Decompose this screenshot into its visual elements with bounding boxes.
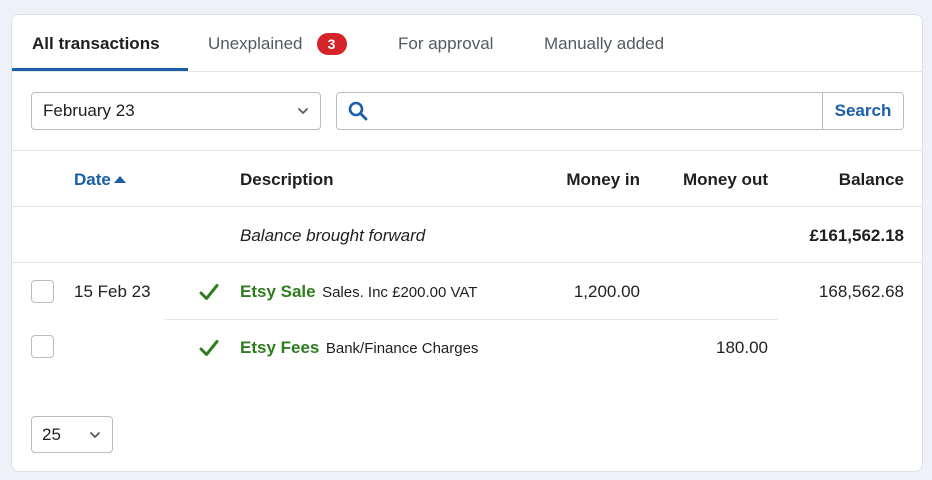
transaction-description: Etsy Sale Sales. Inc £200.00 VAT [240, 282, 477, 302]
column-header-money-in: Money in [566, 170, 640, 189]
header-label: Date [74, 170, 111, 189]
search-button[interactable]: Search [822, 93, 903, 129]
transaction-date: 15 Feb 23 [74, 282, 151, 301]
balance-brought-forward-amount: £161,562.18 [809, 226, 904, 245]
tab-unexplained[interactable]: Unexplained 3 [208, 15, 347, 72]
active-tab-indicator [12, 68, 188, 71]
divider [12, 206, 922, 207]
tab-label: Manually added [544, 33, 665, 53]
row-select-checkbox[interactable] [31, 335, 54, 358]
chevron-down-icon [90, 432, 100, 438]
per-page-value: 25 [42, 424, 61, 444]
tab-all-transactions[interactable]: All transactions [32, 15, 160, 72]
money-in-amount: 1,200.00 [573, 282, 640, 301]
period-value: February 23 [43, 101, 135, 120]
search-input[interactable] [379, 93, 822, 129]
transactions-card: All transactions Unexplained 3 For appro… [11, 14, 923, 472]
column-header-money-out: Money out [683, 170, 768, 189]
contact-link[interactable]: Etsy Fees [240, 338, 319, 357]
search-icon [348, 101, 368, 121]
money-out-amount: 180.00 [716, 338, 768, 357]
search-icon-wrap [337, 93, 379, 129]
unexplained-count-badge: 3 [316, 32, 347, 55]
tab-label: For approval [398, 33, 494, 53]
contact-link[interactable]: Etsy Sale [240, 282, 316, 301]
chevron-down-icon [298, 108, 308, 114]
sort-ascending-icon [113, 176, 126, 183]
split-divider [165, 319, 778, 320]
tab-label: Unexplained [208, 33, 303, 53]
transaction-description: Etsy Fees Bank/Finance Charges [240, 338, 478, 358]
search-box: Search [336, 92, 904, 130]
explained-check-icon [199, 284, 219, 300]
transaction-tabs: All transactions Unexplained 3 For appro… [12, 15, 922, 72]
column-header-date[interactable]: Date [74, 170, 126, 190]
tab-label: All transactions [32, 33, 160, 53]
column-header-description: Description [240, 170, 334, 189]
per-page-select[interactable]: 25 [31, 416, 113, 453]
column-header-balance: Balance [838, 170, 904, 189]
divider [12, 262, 922, 263]
tab-for-approval[interactable]: For approval [398, 15, 493, 72]
period-select[interactable]: February 23 [31, 92, 321, 130]
divider [12, 150, 922, 151]
tab-manually-added[interactable]: Manually added [544, 15, 664, 72]
category-label: Sales. Inc £200.00 VAT [322, 284, 478, 301]
explained-check-icon [199, 340, 219, 356]
category-label: Bank/Finance Charges [325, 340, 479, 357]
balance-brought-forward-label: Balance brought forward [240, 226, 426, 245]
row-select-checkbox[interactable] [31, 280, 54, 303]
running-balance: 168,562.68 [818, 282, 904, 301]
